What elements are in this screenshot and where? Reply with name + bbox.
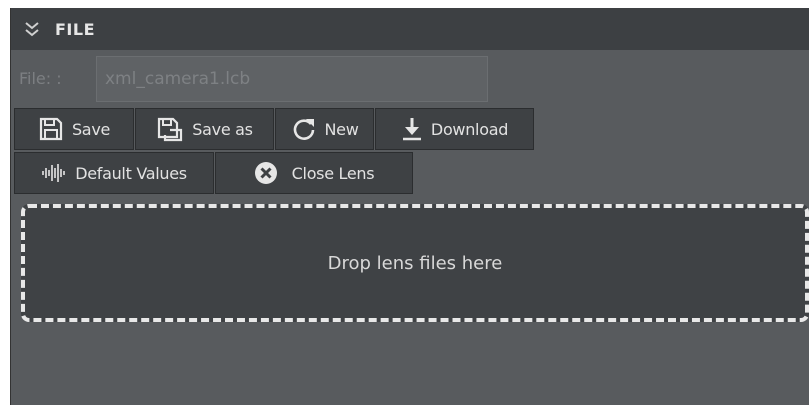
lens-drop-zone[interactable]: Drop lens files here: [21, 204, 809, 322]
close-circle-icon: [254, 161, 278, 185]
drop-zone-text: Drop lens files here: [327, 252, 503, 274]
file-row: File: :: [11, 55, 809, 105]
default-values-button-label: Default Values: [75, 163, 187, 183]
download-button[interactable]: Download: [375, 108, 534, 150]
refresh-icon: [291, 116, 317, 142]
save-button-label: Save: [71, 119, 111, 139]
file-name-input[interactable]: [96, 56, 488, 102]
new-button-label: New: [324, 119, 359, 139]
file-label: File: :: [19, 69, 62, 88]
file-panel: FILE File: : Save Save as: [10, 8, 809, 405]
waveform-icon: [41, 162, 67, 184]
section-header[interactable]: FILE: [11, 8, 809, 50]
save-as-button-label: Save as: [192, 119, 253, 139]
save-icon: [38, 116, 64, 142]
download-icon: [401, 116, 423, 142]
download-button-label: Download: [430, 119, 509, 139]
close-lens-button-label: Close Lens: [291, 163, 375, 183]
new-button[interactable]: New: [275, 108, 374, 150]
save-button[interactable]: Save: [14, 108, 134, 150]
close-lens-button[interactable]: Close Lens: [215, 152, 413, 194]
save-as-button[interactable]: Save as: [135, 108, 274, 150]
double-chevron-down-icon[interactable]: [23, 20, 41, 38]
default-values-button[interactable]: Default Values: [14, 152, 214, 194]
save-as-icon: [156, 116, 184, 142]
section-title: FILE: [55, 19, 96, 39]
